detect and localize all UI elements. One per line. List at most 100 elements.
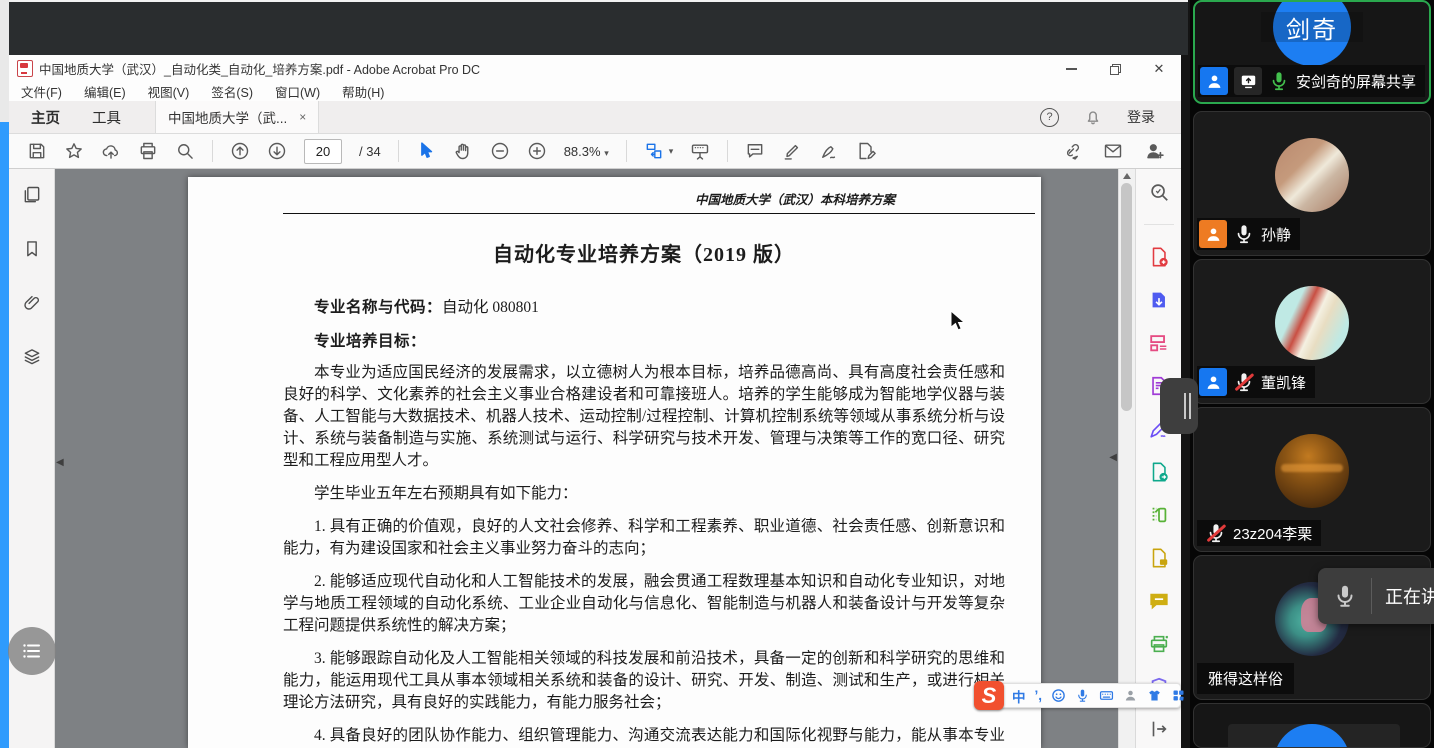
left-panel-collapse-arrow[interactable]: ◀ (56, 457, 64, 468)
scrollbar-thumb[interactable] (1121, 183, 1132, 411)
page-fit-caret[interactable]: ▾ (669, 146, 674, 157)
search-tools-icon[interactable] (1148, 181, 1170, 203)
sign-in-button[interactable]: 登录 (1127, 107, 1155, 127)
pdf-file-icon (17, 60, 33, 77)
add-person-icon[interactable] (1145, 141, 1165, 161)
bell-icon[interactable] (1083, 107, 1103, 127)
document-area[interactable]: 中国地质大学（武汉）本科培养方案 自动化专业培养方案（2019 版） 专业名称与… (55, 169, 1118, 748)
right-panel-collapse-arrow[interactable]: ◀ (1109, 452, 1117, 463)
ability-item: 2. 能够适应现代自动化和人工智能技术的发展，融会贯通工程数理基本知识和自动化专… (283, 571, 1005, 637)
share-cloud-icon[interactable] (101, 141, 121, 161)
select-tool-icon[interactable] (416, 141, 436, 161)
create-pdf-icon[interactable] (1148, 246, 1170, 268)
participant-tile-sharing[interactable]: 剑奇 安剑奇的屏幕共享 (1193, 0, 1431, 104)
zoom-in-icon[interactable] (527, 141, 547, 161)
ime-mode-chinese[interactable]: 中 (1012, 686, 1026, 706)
organize-pages-icon[interactable] (1148, 332, 1170, 354)
tab-tools[interactable]: 工具 (76, 101, 137, 133)
combine-files-icon[interactable] (1148, 547, 1170, 569)
ability-item: 1. 具有正确的价值观，良好的人文社会修养、科学和工程素养、职业道德、社会责任感… (283, 516, 1005, 560)
comment-icon[interactable] (745, 141, 765, 161)
open-tools-pane-icon[interactable] (1148, 718, 1170, 740)
search-icon[interactable] (175, 141, 195, 161)
mouse-cursor (950, 310, 966, 334)
tab-document[interactable]: 中国地质大学（武... × (155, 101, 319, 133)
page-number-input[interactable] (304, 139, 342, 164)
menu-help[interactable]: 帮助(H) (342, 82, 384, 101)
participant-tile[interactable]: 董凯锋 (1193, 259, 1431, 404)
star-icon[interactable] (64, 141, 84, 161)
zoom-level-dropdown[interactable]: 88.3% ▾ (564, 144, 609, 159)
scroll-up-arrow[interactable] (1123, 173, 1131, 179)
window-controls: ✕ (1049, 55, 1181, 82)
sign-icon[interactable] (819, 141, 839, 161)
menu-view[interactable]: 视图(V) (148, 82, 190, 101)
minimize-button[interactable] (1049, 55, 1093, 82)
zoom-out-icon[interactable] (490, 141, 510, 161)
previous-page-icon[interactable] (230, 141, 250, 161)
bookmarks-icon[interactable] (22, 239, 42, 259)
close-button[interactable]: ✕ (1137, 55, 1181, 82)
vertical-scrollbar[interactable] (1118, 169, 1135, 748)
lead-paragraph: 学生毕业五年左右预期具有如下能力： (283, 483, 1005, 505)
page-thumbnails-icon[interactable] (22, 185, 42, 205)
scan-ocr-icon[interactable] (1148, 633, 1170, 655)
tab-home[interactable]: 主页 (15, 101, 76, 133)
attachments-icon[interactable] (22, 293, 42, 313)
menu-window[interactable]: 窗口(W) (275, 82, 320, 101)
ime-skin-icon[interactable] (1147, 688, 1162, 703)
edit-page-icon[interactable] (856, 141, 876, 161)
print-icon[interactable] (138, 141, 158, 161)
app-body: 中国地质大学（武汉）本科培养方案 自动化专业培养方案（2019 版） 专业名称与… (9, 169, 1181, 748)
panel-drag-handle[interactable] (1160, 378, 1198, 434)
participant-label: 董凯锋 (1197, 366, 1315, 398)
tools-rail (1135, 169, 1181, 748)
desktop-dark-band (9, 0, 1188, 55)
mic-on-icon (1268, 70, 1290, 92)
ime-logo[interactable]: S (974, 681, 1004, 710)
presentation-icon[interactable] (690, 141, 710, 161)
menu-edit[interactable]: 编辑(E) (84, 82, 126, 101)
mic-icon (1332, 583, 1358, 609)
save-icon[interactable] (27, 141, 47, 161)
participant-tile[interactable]: 23z204李栗 (1193, 407, 1431, 552)
menu-file[interactable]: 文件(F) (21, 82, 62, 101)
tab-bar: 主页 工具 中国地质大学（武... × ? 登录 (9, 101, 1181, 134)
participant-tile-partial[interactable] (1193, 703, 1431, 748)
participant-label: 23z204李栗 (1197, 520, 1321, 546)
link-icon[interactable] (1061, 141, 1081, 161)
restore-button[interactable] (1093, 55, 1137, 82)
avatar-photo (1275, 434, 1349, 508)
list-icon (20, 639, 44, 663)
tab-close-icon[interactable]: × (299, 110, 306, 124)
comment-tool-icon[interactable] (1148, 590, 1170, 612)
page-fit-icon[interactable] (644, 141, 664, 161)
participant-tile[interactable]: 孙静 (1193, 111, 1431, 256)
menu-sign[interactable]: 签名(S) (211, 82, 253, 101)
crop-pages-icon[interactable] (1148, 504, 1170, 526)
mic-on-icon (1233, 223, 1255, 245)
export-pdf-icon[interactable] (1148, 289, 1170, 311)
acrobat-window: 中国地质大学（武汉）_自动化类_自动化_培养方案.pdf - Adobe Acr… (9, 55, 1181, 748)
highlight-icon[interactable] (782, 141, 802, 161)
next-page-icon[interactable] (267, 141, 287, 161)
help-icon[interactable]: ? (1040, 108, 1059, 127)
header-rule (283, 213, 1035, 214)
send-for-comments-icon[interactable] (1148, 461, 1170, 483)
ime-voice-icon[interactable] (1075, 688, 1090, 703)
ime-keyboard-icon[interactable] (1099, 688, 1114, 703)
participant-name: 孙静 (1261, 224, 1291, 245)
speaking-indicator-popup: 正在讲 (1318, 568, 1434, 624)
layers-icon[interactable] (22, 347, 42, 367)
popup-divider (1371, 578, 1372, 614)
ime-emoji-icon[interactable] (1051, 688, 1066, 703)
window-title: 中国地质大学（武汉）_自动化类_自动化_培养方案.pdf - Adobe Acr… (39, 59, 480, 78)
annotation-list-button[interactable] (8, 627, 56, 675)
ability-item: 4. 具备良好的团队协作能力、组织管理能力、沟通交流表达能力和国际化视野与能力，… (283, 725, 1005, 748)
ime-punctuation[interactable]: ’, (1035, 688, 1043, 703)
mail-icon[interactable] (1103, 141, 1123, 161)
ime-account-icon[interactable] (1123, 688, 1138, 703)
ime-toolbar[interactable]: S 中 ’, (975, 683, 1181, 708)
ime-toolbox-icon[interactable] (1171, 688, 1186, 703)
hand-tool-icon[interactable] (453, 141, 473, 161)
